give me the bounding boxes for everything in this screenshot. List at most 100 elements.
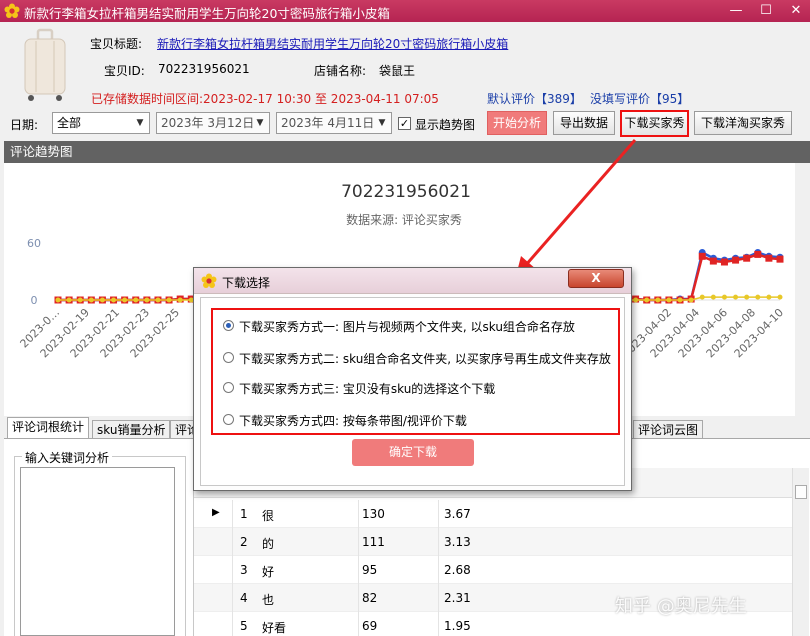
export-data-button[interactable]: 导出数据: [553, 111, 615, 135]
row-rank: 5: [240, 619, 248, 633]
row-percent: 2.31: [444, 591, 471, 605]
row-percent: 3.67: [444, 507, 471, 521]
minimize-button[interactable]: —: [722, 0, 750, 22]
confirm-download-button[interactable]: 确定下载: [352, 439, 474, 466]
app-logo-icon: [4, 3, 20, 19]
option-1-label[interactable]: 下载买家秀方式一: 图片与视频两个文件夹, 以sku组合命名存放: [239, 318, 575, 335]
data-point: [122, 297, 128, 303]
dialog-title-bar: 下载选择 X: [194, 268, 631, 294]
row-word: 很: [262, 509, 275, 523]
chart-panel-header: 评论趋势图: [4, 141, 810, 163]
option-1-radio[interactable]: [223, 320, 234, 331]
row-percent: 2.68: [444, 563, 471, 577]
id-label: 宝贝ID:: [104, 64, 145, 78]
dialog-close-button[interactable]: X: [568, 269, 624, 288]
chart-subtitle: 数据来源: 评论买家秀: [346, 212, 462, 227]
column-divider: [232, 556, 233, 584]
data-point: [698, 252, 706, 260]
data-point: [765, 254, 773, 262]
row-percent: 1.95: [444, 619, 471, 633]
chart-title: 702231956021: [341, 182, 471, 202]
row-rank: 3: [240, 563, 248, 577]
y-tick-label: 0: [31, 294, 38, 307]
data-point: [88, 297, 94, 303]
download-global-show-button[interactable]: 下载洋淘买家秀: [694, 111, 792, 135]
option-4-radio[interactable]: [223, 414, 234, 425]
data-point: [688, 297, 694, 303]
row-count: 111: [362, 535, 385, 549]
keyword-input[interactable]: [20, 467, 175, 636]
data-point: [755, 294, 761, 300]
scrollbar-thumb[interactable]: [795, 485, 807, 499]
data-point: [55, 297, 61, 303]
option-3-label[interactable]: 下载买家秀方式三: 宝贝没有sku的选择这个下载: [239, 380, 495, 397]
close-button[interactable]: ✕: [782, 0, 810, 22]
row-pointer-icon: ▶: [212, 507, 220, 518]
data-point: [699, 294, 705, 300]
data-point: [720, 258, 728, 266]
dialog-title: 下载选择: [222, 276, 271, 290]
default-reviews-count: 默认评价【389】: [487, 92, 582, 106]
date-to-picker[interactable]: 2023年 4月11日 ▼: [276, 112, 392, 134]
column-divider: [438, 500, 439, 528]
data-point: [177, 297, 183, 303]
column-divider: [438, 612, 439, 636]
start-analysis-button[interactable]: 开始分析: [487, 111, 547, 135]
download-buyer-show-button[interactable]: 下载买家秀: [620, 110, 689, 137]
row-count: 130: [362, 507, 385, 521]
column-divider: [358, 500, 359, 528]
chart-panel-title: 评论趋势图: [10, 144, 73, 159]
data-point: [754, 250, 762, 258]
table-row[interactable]: 2 的 111 3.13: [194, 528, 794, 556]
data-point: [644, 297, 650, 303]
column-divider: [358, 528, 359, 556]
column-divider: [358, 612, 359, 636]
keyword-box-title: 输入关键词分析: [22, 449, 113, 466]
data-point: [744, 294, 750, 300]
column-divider: [232, 584, 233, 612]
column-divider: [358, 584, 359, 612]
tab-word-stats[interactable]: 评论词根统计: [7, 417, 90, 438]
option-2-label[interactable]: 下载买家秀方式二: sku组合命名文件夹, 以买家序号再生成文件夹存放: [239, 350, 617, 367]
chart-scrollbar[interactable]: [795, 163, 810, 416]
product-image: [16, 28, 74, 104]
table-scrollbar[interactable]: [792, 468, 809, 636]
data-point: [633, 297, 639, 303]
show-trend-checkbox[interactable]: ✓: [398, 117, 411, 130]
shop-label: 店铺名称:: [314, 64, 367, 78]
table-row[interactable]: 3 好 95 2.68: [194, 556, 794, 584]
option-3-radio[interactable]: [223, 382, 234, 393]
chevron-down-icon: ▼: [256, 118, 264, 128]
product-title-link[interactable]: 新款行李箱女拉杆箱男结实耐用学生万向轮20寸密码旅行箱小皮箱: [157, 35, 508, 52]
date-from-picker[interactable]: 2023年 3月12日 ▼: [156, 112, 270, 134]
data-point: [777, 294, 783, 300]
window-title-bar: 新款行李箱女拉杆箱男结实耐用学生万向轮20寸密码旅行箱小皮箱 — ☐ ✕: [0, 0, 810, 22]
tab-sku-sales[interactable]: sku销量分析: [92, 420, 171, 439]
data-point: [111, 297, 117, 303]
option-2-radio[interactable]: [223, 352, 234, 363]
app-logo-icon: [201, 273, 217, 289]
window-title: 新款行李箱女拉杆箱男结实耐用学生万向轮20寸密码旅行箱小皮箱: [24, 6, 390, 21]
data-point: [766, 294, 772, 300]
maximize-button[interactable]: ☐: [752, 0, 780, 22]
y-tick-label: 60: [27, 237, 41, 250]
column-divider: [232, 612, 233, 636]
data-point: [166, 297, 172, 303]
option-4-label[interactable]: 下载买家秀方式四: 按每条带图/视评价下载: [239, 412, 467, 429]
chevron-down-icon: ▼: [378, 118, 386, 128]
data-point: [66, 297, 72, 303]
tab-word-cloud[interactable]: 评论词云图: [633, 420, 704, 439]
period-select[interactable]: 全部 ▼: [52, 112, 150, 134]
row-rank: 1: [240, 507, 248, 521]
data-point: [655, 297, 661, 303]
row-word: 的: [262, 537, 275, 551]
red-arrow-annotation: [515, 139, 637, 280]
data-point: [666, 297, 672, 303]
date-from-value: 2023年 3月12日: [161, 116, 255, 130]
column-divider: [438, 584, 439, 612]
table-row[interactable]: ▶ 1 很 130 3.67: [194, 500, 794, 528]
download-choice-dialog: 下载选择 X 下载买家秀方式一: 图片与视频两个文件夹, 以sku组合命名存放 …: [193, 267, 632, 491]
data-point: [155, 297, 161, 303]
data-point: [732, 256, 740, 264]
row-rank: 4: [240, 591, 248, 605]
